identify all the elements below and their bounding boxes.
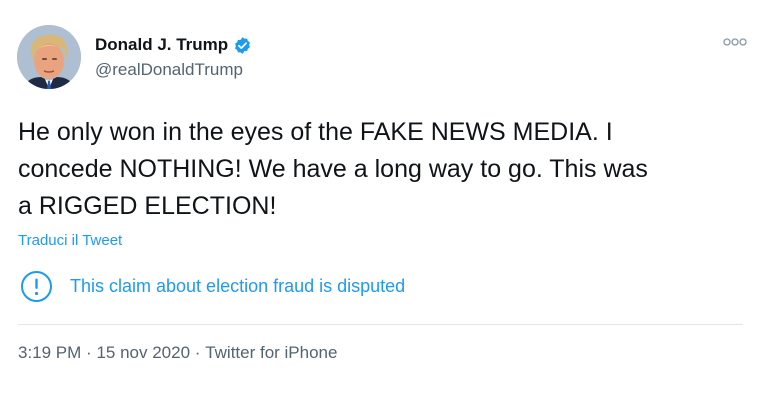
divider xyxy=(18,324,743,325)
tweet-time[interactable]: 3:19 PM xyxy=(18,343,81,363)
disputed-claim-notice[interactable]: This claim about election fraud is dispu… xyxy=(20,270,405,303)
tweet-text: He only won in the eyes of the FAKE NEWS… xyxy=(18,118,648,220)
tweet-date[interactable]: 15 nov 2020 xyxy=(96,343,190,363)
profile-photo-icon xyxy=(17,25,81,89)
avatar[interactable] xyxy=(17,25,81,89)
disputed-claim-text: This claim about election fraud is dispu… xyxy=(70,276,406,296)
translate-tweet-link[interactable]: Traduci il Tweet xyxy=(18,232,122,249)
tweet-metadata: 3:19 PM · 15 nov 2020 · Twitter for iPho… xyxy=(18,343,337,363)
author-handle[interactable]: @realDonaldTrump xyxy=(95,60,243,80)
more-options-icon[interactable] xyxy=(722,34,748,50)
tweet-source[interactable]: Twitter for iPhone xyxy=(205,343,337,363)
tweet-card: Donald J. Trump @realDonaldTrump He only… xyxy=(0,0,768,400)
author-name[interactable]: Donald J. Trump xyxy=(95,35,228,55)
author-name-row: Donald J. Trump xyxy=(95,33,252,57)
exclamation-circle-icon xyxy=(20,270,53,303)
verified-badge-icon xyxy=(233,36,252,55)
